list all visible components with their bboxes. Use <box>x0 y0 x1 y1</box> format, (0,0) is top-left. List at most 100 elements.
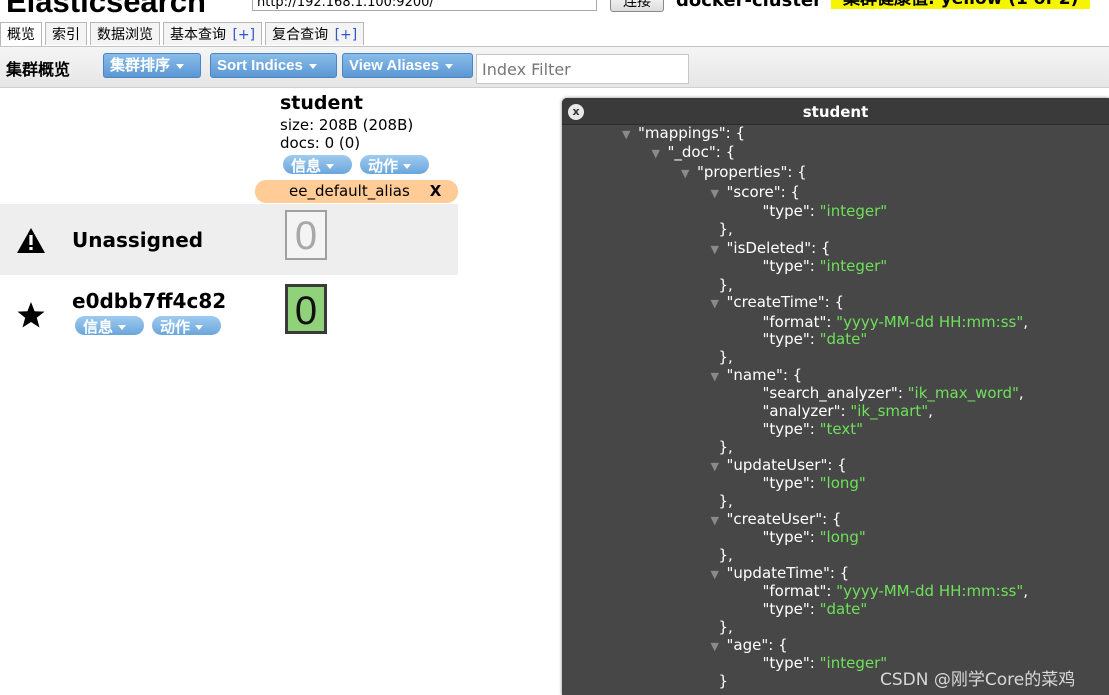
json-value: "date" <box>819 330 868 348</box>
alias-tag[interactable]: ee_default_alias X <box>255 180 458 203</box>
watermark: CSDN @刚学Core的菜鸡 <box>880 670 1076 690</box>
json-property: "search_analyzer": "ik_max_word", <box>763 384 1024 403</box>
tab-overview[interactable]: 概览 <box>0 22 42 47</box>
tab-add-icon[interactable]: [+] <box>335 27 358 43</box>
json-key: "type": <box>762 600 820 618</box>
connect-button[interactable]: 连接 <box>610 0 664 12</box>
json-key: "format": <box>762 313 837 331</box>
json-key: "format": <box>762 582 837 600</box>
collapse-toggle-icon[interactable]: ▼ <box>622 128 638 141</box>
remove-alias-icon[interactable]: X <box>430 182 442 200</box>
json-object-key[interactable]: ▼ "_doc": { <box>652 143 736 162</box>
button-label: View Aliases <box>349 57 440 74</box>
master-node-star-icon <box>17 302 45 328</box>
button-label: 动作 <box>368 157 399 174</box>
index-name: student <box>280 92 364 114</box>
tab-browser[interactable]: 数据浏览 <box>90 22 160 45</box>
collapse-toggle-icon[interactable]: ▼ <box>711 460 727 473</box>
json-key: "updateUser": { <box>726 456 847 474</box>
collapse-toggle-icon[interactable]: ▼ <box>711 187 727 200</box>
cluster-name: docker-cluster <box>676 0 823 11</box>
node-info-button[interactable]: 信息 <box>75 316 144 335</box>
button-label: 信息 <box>291 157 322 174</box>
json-object-key[interactable]: ▼ "age": { <box>711 636 788 655</box>
json-value: "text" <box>819 420 864 438</box>
json-key: "createUser": { <box>726 510 842 528</box>
json-object-key[interactable]: ▼ "mappings": { <box>622 124 745 143</box>
collapse-toggle-icon[interactable]: ▼ <box>652 147 668 160</box>
json-key: "type": <box>762 202 820 220</box>
json-key: }, <box>718 220 733 238</box>
index-action-button[interactable]: 动作 <box>360 155 429 174</box>
json-value: "integer" <box>819 257 888 275</box>
json-key: "updateTime": { <box>726 564 850 582</box>
json-key: } <box>718 672 729 690</box>
collapse-toggle-icon[interactable]: ▼ <box>711 640 727 653</box>
warning-icon <box>17 228 45 253</box>
cluster-sort-button[interactable]: 集群排序 <box>103 53 201 78</box>
primary-shard[interactable]: 0 <box>285 284 327 334</box>
json-close-brace: }, <box>719 492 733 511</box>
json-close-brace: }, <box>719 438 733 457</box>
index-docs: docs: 0 (0) <box>280 134 361 152</box>
unassigned-shard[interactable]: 0 <box>285 210 327 260</box>
json-value: "integer" <box>819 654 888 672</box>
panel-title: student <box>802 103 869 121</box>
json-key: "type": <box>762 654 820 672</box>
json-object-key[interactable]: ▼ "isDeleted": { <box>711 239 831 258</box>
json-property: "type": "text" <box>763 420 864 439</box>
json-key: "age": { <box>726 636 788 654</box>
node-action-button[interactable]: 动作 <box>152 316 221 335</box>
button-label: 信息 <box>83 318 114 335</box>
collapse-toggle-icon[interactable]: ▼ <box>711 568 727 581</box>
main-tabs: 概览 索引 数据浏览 基本查询 [+] 复合查询 [+] <box>0 22 367 47</box>
chevron-down-icon <box>176 63 185 69</box>
json-value: "integer" <box>819 202 888 220</box>
tab-label: 概览 <box>7 27 35 43</box>
index-info-button[interactable]: 信息 <box>283 155 352 174</box>
chevron-down-icon <box>445 63 454 69</box>
json-object-key[interactable]: ▼ "score": { <box>711 183 800 202</box>
collapse-toggle-icon[interactable]: ▼ <box>711 370 727 383</box>
tab-compound-query[interactable]: 复合查询 [+] <box>265 22 365 45</box>
json-object-key[interactable]: ▼ "createTime": { <box>711 293 845 312</box>
json-key: "_doc": { <box>667 143 736 161</box>
json-comma: , <box>1018 384 1024 402</box>
tab-indices[interactable]: 索引 <box>45 22 87 45</box>
json-property: "type": "date" <box>763 330 868 349</box>
index-filter-input[interactable] <box>476 54 689 84</box>
json-object-key[interactable]: ▼ "updateTime": { <box>711 564 850 583</box>
json-value: "long" <box>819 474 866 492</box>
json-key: }, <box>718 546 733 564</box>
cluster-url-input[interactable] <box>252 0 597 11</box>
tab-label: 索引 <box>52 27 80 43</box>
json-value: "ik_max_word" <box>907 384 1019 402</box>
tab-basic-query[interactable]: 基本查询 [+] <box>163 22 263 45</box>
json-property: "analyzer": "ik_smart", <box>763 402 933 421</box>
json-key: }, <box>718 438 733 456</box>
json-object-key[interactable]: ▼ "updateUser": { <box>711 456 847 475</box>
node-name: e0dbb7ff4c82 <box>72 289 227 313</box>
collapse-toggle-icon[interactable]: ▼ <box>711 297 727 310</box>
tab-label: 复合查询 <box>272 27 329 43</box>
json-key: "isDeleted": { <box>726 239 831 257</box>
json-property: "type": "integer" <box>763 202 888 221</box>
chevron-down-icon <box>118 325 127 330</box>
json-object-key[interactable]: ▼ "properties": { <box>681 163 807 182</box>
json-key: "mappings": { <box>638 124 746 142</box>
collapse-toggle-icon[interactable]: ▼ <box>711 514 727 527</box>
index-size: size: 208B (208B) <box>280 116 414 134</box>
alias-name: ee_default_alias <box>289 182 410 200</box>
json-key: "name": { <box>726 366 803 384</box>
collapse-toggle-icon[interactable]: ▼ <box>681 167 697 180</box>
sort-indices-button[interactable]: Sort Indices <box>210 53 337 78</box>
view-aliases-button[interactable]: View Aliases <box>342 53 473 78</box>
json-object-key[interactable]: ▼ "name": { <box>711 366 803 385</box>
tab-label: 数据浏览 <box>97 27 153 43</box>
json-comma: , <box>1023 313 1029 331</box>
json-property: "type": "long" <box>763 528 866 547</box>
collapse-toggle-icon[interactable]: ▼ <box>711 243 727 256</box>
button-label: Sort Indices <box>217 57 303 74</box>
tab-add-icon[interactable]: [+] <box>232 27 255 43</box>
json-object-key[interactable]: ▼ "createUser": { <box>711 510 842 529</box>
